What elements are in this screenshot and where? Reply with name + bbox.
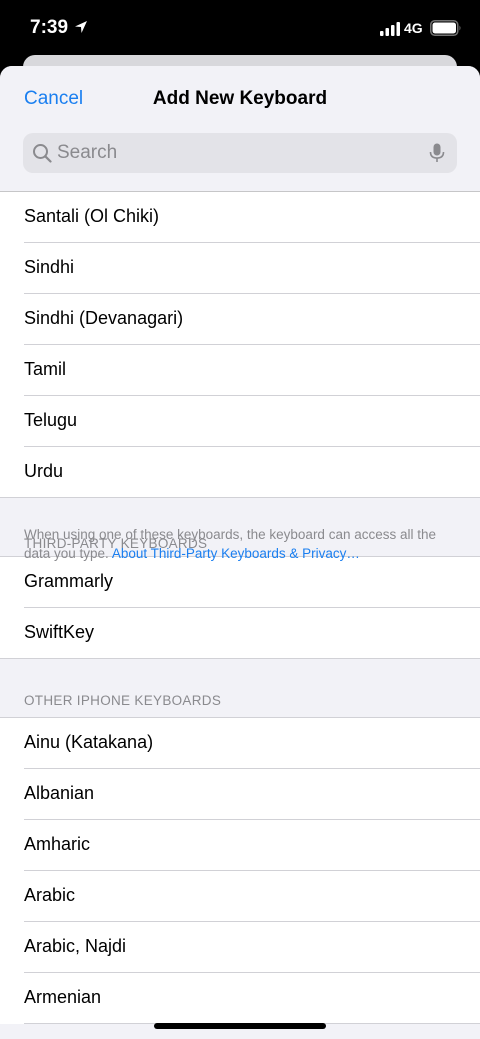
- list-item-label: Tamil: [24, 359, 67, 379]
- list-item[interactable]: Santali (Ol Chiki): [0, 192, 480, 243]
- list-item[interactable]: Sindhi: [0, 243, 480, 294]
- home-indicator[interactable]: [154, 1023, 326, 1029]
- list-item[interactable]: Armenian: [0, 973, 480, 1024]
- list-item-label: Ainu (Katakana): [24, 732, 154, 752]
- list-item-label: SwiftKey: [24, 622, 95, 642]
- language-group: Santali (Ol Chiki) Sindhi Sindhi (Devana…: [0, 192, 480, 498]
- battery-icon: [430, 20, 461, 36]
- third-party-group: Grammarly SwiftKey: [0, 557, 480, 659]
- signal-bars-icon: [380, 22, 400, 36]
- list-item-label: Albanian: [24, 783, 95, 803]
- list-item-label: Armenian: [24, 987, 102, 1007]
- location-arrow-icon: [75, 21, 87, 33]
- list-item-label: Sindhi (Devanagari): [24, 308, 184, 328]
- status-bar: 7:39 4G: [0, 0, 480, 58]
- list-item-label: Arabic: [24, 885, 76, 905]
- list-item-label: Amharic: [24, 834, 91, 854]
- list-item[interactable]: Sindhi (Devanagari): [0, 294, 480, 345]
- keyboard-list: Santali (Ol Chiki) Sindhi Sindhi (Devana…: [0, 192, 480, 1024]
- add-keyboard-sheet: Cancel Add New Keyboard Santali (Ol Chik…: [0, 66, 480, 1039]
- list-item-label: Urdu: [24, 461, 64, 481]
- list-item[interactable]: Urdu: [0, 447, 480, 498]
- list-item[interactable]: SwiftKey: [0, 608, 480, 659]
- network-type: 4G: [404, 20, 423, 36]
- list-item[interactable]: Tamil: [0, 345, 480, 396]
- microphone-icon[interactable]: [429, 143, 445, 163]
- other-keyboards-group: Ainu (Katakana) Albanian Amharic Arabic …: [0, 718, 480, 1024]
- list-item[interactable]: Albanian: [0, 769, 480, 820]
- list-item-label: Santali (Ol Chiki): [24, 206, 160, 226]
- list-item[interactable]: Arabic: [0, 871, 480, 922]
- status-time: 7:39: [30, 17, 69, 38]
- list-item[interactable]: Grammarly: [0, 557, 480, 608]
- search-bar[interactable]: [23, 133, 457, 173]
- list-item-label: Sindhi: [24, 257, 75, 277]
- search-icon: [33, 144, 52, 163]
- section-header-third-party: THIRD-PARTY KEYBOARDS: [24, 536, 208, 551]
- list-item[interactable]: Telugu: [0, 396, 480, 447]
- section-header-other: OTHER IPHONE KEYBOARDS: [24, 693, 222, 708]
- third-party-section-gap: When using one of these keyboards, the k…: [0, 498, 480, 561]
- other-section-gap: OTHER IPHONE KEYBOARDS: [0, 659, 480, 717]
- page-title: Add New Keyboard: [152, 88, 328, 109]
- nav-bar: Cancel Add New Keyboard: [0, 66, 480, 192]
- list-item-label: Grammarly: [24, 571, 113, 591]
- list-item[interactable]: Ainu (Katakana): [0, 718, 480, 769]
- list-item[interactable]: Arabic, Najdi: [0, 922, 480, 973]
- list-item-label: Telugu: [24, 410, 78, 430]
- list-item[interactable]: Amharic: [0, 820, 480, 871]
- list-item-label: Arabic, Najdi: [24, 936, 127, 956]
- search-input[interactable]: [57, 133, 417, 173]
